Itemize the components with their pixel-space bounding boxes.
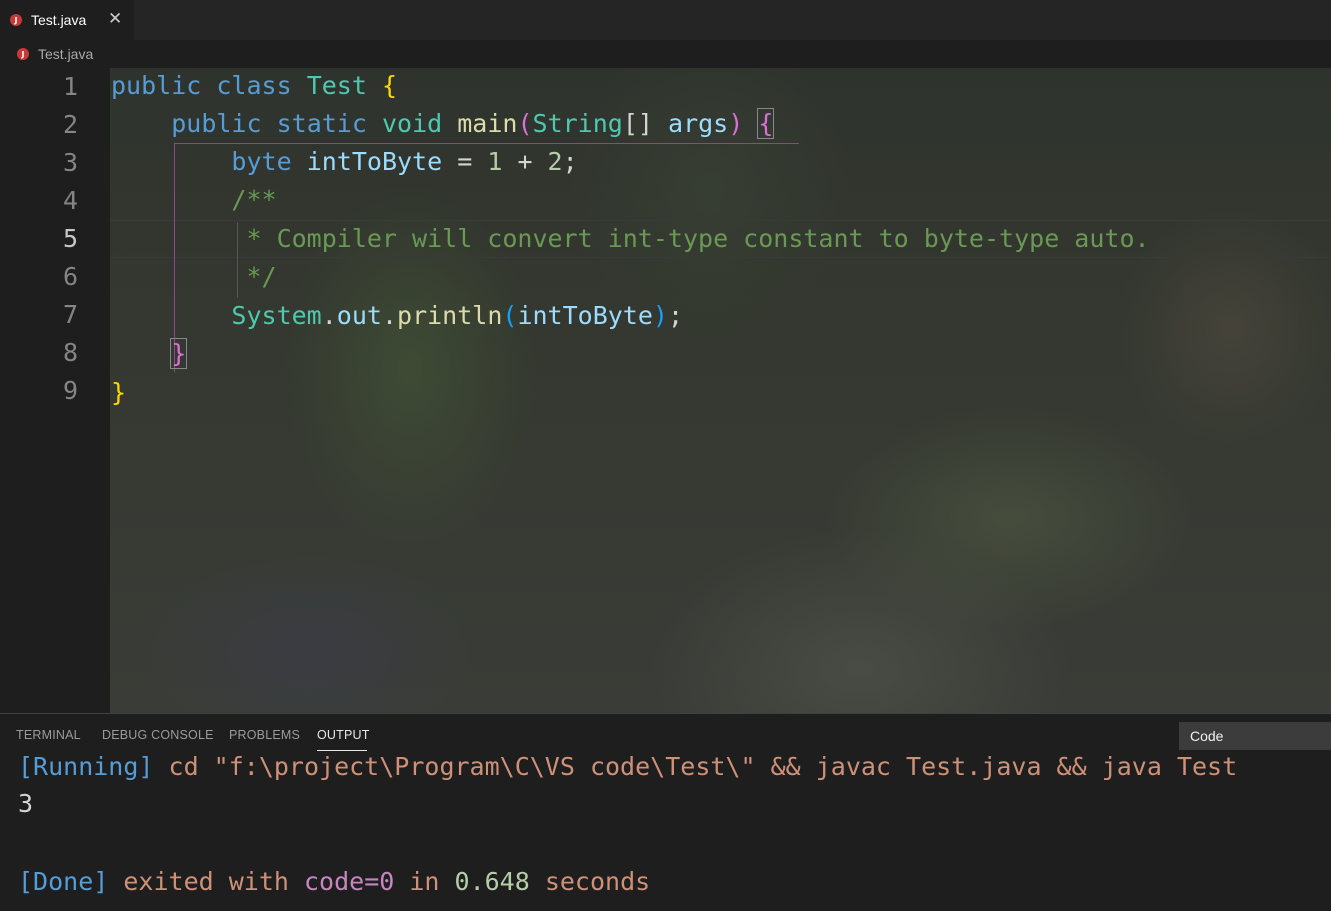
bracket: ( [502, 301, 518, 330]
breadcrumb: J Test.java [0, 40, 1331, 68]
number: 1 [487, 147, 503, 176]
semicolon: ; [667, 301, 684, 330]
tab-test-java[interactable]: J Test.java ✕ [0, 0, 134, 40]
java-file-icon: J [17, 48, 29, 60]
code-line-8[interactable]: } [111, 335, 188, 373]
tab-terminal[interactable]: TERMINAL [16, 728, 81, 742]
keyword: void [381, 109, 443, 138]
line-number: 6 [62, 262, 78, 291]
output-line-result: 3 [18, 785, 33, 823]
line-number-active: 5 [62, 224, 78, 253]
keyword: static [276, 109, 367, 138]
tab-problems[interactable]: PROBLEMS [229, 728, 300, 742]
dot: . [321, 301, 337, 330]
line-number: 8 [62, 338, 78, 367]
bottom-panel: TERMINAL DEBUG CONSOLE PROBLEMS OUTPUT C… [0, 713, 1331, 911]
bracket: ( [517, 109, 533, 138]
keyword: byte [231, 147, 292, 176]
exit-code: code=0 [303, 867, 395, 896]
close-icon[interactable]: ✕ [108, 9, 122, 29]
bracket: ) [728, 109, 744, 138]
exit-text: exited with [108, 867, 304, 896]
line-number: 2 [62, 110, 78, 139]
java-file-icon: J [10, 14, 22, 26]
line-number: 9 [62, 376, 78, 405]
line-number: 4 [62, 186, 78, 215]
keyword: class [216, 71, 292, 100]
elapsed-time: 0.648 [454, 867, 530, 896]
comment: */ [231, 262, 277, 291]
parameter: args [668, 109, 729, 138]
function-name: println [397, 301, 503, 330]
function-name: main [457, 109, 518, 138]
seconds-text: seconds [529, 867, 651, 896]
line-number-gutter: 1 2 3 4 5 6 7 8 9 [0, 68, 110, 713]
class-name: Test [306, 71, 367, 100]
code-line-2[interactable]: public static void main(String[] args) { [111, 105, 775, 143]
command-text: cd "f:\project\Program\C\VS code\Test\" … [153, 752, 1238, 781]
dot: . [381, 301, 398, 330]
tab-output[interactable]: OUTPUT [317, 728, 370, 742]
array-brackets: [] [622, 109, 653, 138]
class-name: System [231, 301, 322, 330]
tab-debug-console[interactable]: DEBUG CONSOLE [102, 728, 214, 742]
bracket: { [757, 108, 775, 139]
line-number: 7 [62, 300, 78, 329]
number: 2 [547, 147, 563, 176]
output-line-running: [Running] cd "f:\project\Program\C\VS co… [18, 748, 1237, 786]
program-output: 3 [18, 789, 34, 818]
field: out [336, 301, 382, 330]
operator: = [442, 147, 488, 176]
line-number: 1 [62, 72, 78, 101]
running-tag: [Running] [18, 752, 154, 781]
comment: /** [231, 185, 277, 214]
keyword: public [171, 109, 262, 138]
output-channel-select[interactable]: Code [1179, 722, 1331, 750]
code-line-5[interactable]: * Compiler will convert int-type constan… [111, 220, 1150, 258]
keyword: public [111, 71, 202, 100]
done-tag: [Done] [18, 867, 109, 896]
code-line-7[interactable]: System.out.println(intToByte); [111, 297, 683, 335]
bracket: } [170, 338, 188, 369]
code-line-1[interactable]: public class Test { [111, 67, 397, 105]
in-text: in [394, 867, 455, 896]
argument: intToByte [517, 301, 653, 330]
semicolon: ; [562, 147, 578, 176]
code-line-3[interactable]: byte intToByte = 1 + 2; [111, 143, 578, 181]
comment: * Compiler will convert int-type constan… [231, 224, 1150, 253]
code-line-6[interactable]: */ [111, 258, 277, 296]
code-line-4[interactable]: /** [111, 181, 277, 219]
line-number: 3 [62, 148, 78, 177]
bracket: { [381, 71, 398, 100]
breadcrumb-file[interactable]: Test.java [38, 46, 93, 62]
tab-bar: J Test.java ✕ [0, 0, 1331, 40]
bracket: } [111, 378, 127, 407]
output-line-done: [Done] exited with code=0 in 0.648 secon… [18, 863, 650, 901]
code-line-9[interactable]: } [111, 374, 126, 412]
bracket: ) [652, 301, 668, 330]
tab-label: Test.java [31, 12, 87, 28]
variable: intToByte [306, 147, 443, 176]
type-name: String [532, 109, 623, 138]
operator: + [502, 147, 548, 176]
